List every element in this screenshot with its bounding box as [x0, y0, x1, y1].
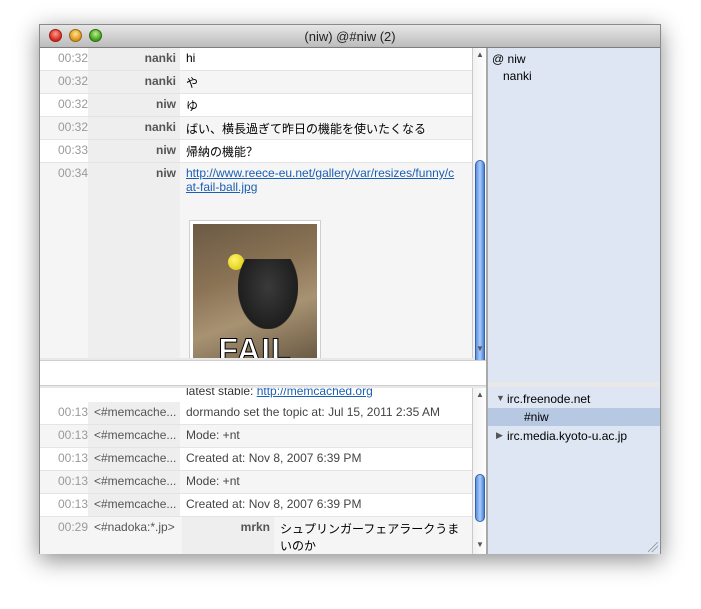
- log-message: ばい、横長過ぎて昨日の機能を使いたくなる: [186, 122, 427, 136]
- server-item-kyoto[interactable]: ▶ irc.media.kyoto-u.ac.jp: [488, 427, 660, 445]
- log-row: 00:29 <#nadoka:*.jp> mrkn シュプリンガーフェアラークう…: [40, 517, 472, 554]
- link-line-2: at-fail-ball.jpg: [186, 180, 258, 194]
- log-message: Created at: Nov 8, 2007 6:39 PM: [186, 451, 362, 465]
- log-time: 00:32: [57, 97, 88, 111]
- log-nick[interactable]: niw: [88, 163, 180, 358]
- message-input[interactable]: [40, 360, 487, 386]
- log-message: ゆ: [186, 99, 199, 113]
- log-message: dormando set the topic at: Jul 15, 2011 …: [186, 405, 440, 419]
- log-message: や: [186, 76, 199, 90]
- server-name: irc.media.kyoto-u.ac.jp: [507, 429, 628, 443]
- log-row: 00:32 nanki hi: [40, 48, 472, 71]
- log-nick: <#memcache...: [88, 494, 180, 516]
- server-name: irc.freenode.net: [507, 392, 591, 406]
- link-line-1: http://www.reece-eu.net/gallery/var/resi…: [186, 166, 455, 180]
- log-nick[interactable]: niw: [88, 94, 180, 116]
- scroll-up-icon[interactable]: ▲: [475, 50, 485, 59]
- log-nick[interactable]: nanki: [88, 117, 180, 139]
- channel-log[interactable]: 00:32 nanki hi 00:32 nanki や 00:32 niw ゆ…: [40, 48, 472, 358]
- message-line-1: シュプリンガーフェアラークうま: [280, 522, 460, 536]
- log-nick[interactable]: mrkn: [182, 517, 274, 554]
- scroll-thumb[interactable]: [475, 474, 485, 522]
- log-time: 00:13: [57, 474, 88, 488]
- topic-link[interactable]: http://memcached.org: [257, 388, 373, 398]
- log-nick[interactable]: niw: [88, 140, 180, 162]
- log-message: http://www.reece-eu.net/gallery/var/resi…: [186, 163, 466, 194]
- server-item-freenode[interactable]: ▼ irc.freenode.net: [488, 390, 660, 408]
- channel-name: #niw: [524, 410, 549, 424]
- console-log[interactable]: latest stable: http://memcached.org 00:1…: [40, 388, 472, 554]
- disclosure-triangle-icon[interactable]: ▼: [496, 393, 505, 403]
- disclosure-triangle-icon[interactable]: ▶: [496, 430, 503, 441]
- scroll-down-icon[interactable]: ▼: [475, 344, 485, 353]
- log-row: 00:33 niw 帰納の機能？: [40, 140, 472, 163]
- log-time: 00:13: [57, 405, 88, 419]
- server-tree[interactable]: ▼ irc.freenode.net #niw ▶ irc.media.kyot…: [488, 387, 660, 554]
- log-nick: <#memcache...: [88, 471, 180, 493]
- log-time: 00:32: [57, 51, 88, 65]
- log-row: 00:32 nanki や: [40, 71, 472, 94]
- scroll-thumb[interactable]: [475, 160, 485, 364]
- log-message: Mode: +nt: [186, 428, 240, 442]
- log-row: 00:13 <#memcache... Created at: Nov 8, 2…: [40, 448, 472, 471]
- log-time: 00:13: [57, 451, 88, 465]
- channel-item-niw[interactable]: #niw: [488, 408, 660, 426]
- member-list[interactable]: @ niw nanki: [488, 48, 660, 382]
- member-item[interactable]: @ niw: [492, 52, 526, 66]
- inline-image-preview[interactable]: FAIL: [189, 220, 321, 358]
- log-time: 00:32: [57, 74, 88, 88]
- log-time: 00:33: [57, 143, 88, 157]
- cat-shape: [238, 259, 298, 329]
- log-row: 00:32 niw ゆ: [40, 94, 472, 117]
- log-message: シュプリンガーフェアラークうま いのか: [280, 517, 470, 554]
- partial-topic: latest stable: http://memcached.org: [186, 388, 373, 398]
- log-row: 00:13 <#memcache... Mode: +nt: [40, 425, 472, 448]
- member-name: nanki: [503, 69, 532, 83]
- irc-window: (niw) @#niw (2) 00:32 nanki hi 00:32 nan…: [39, 24, 661, 554]
- image-link[interactable]: http://www.reece-eu.net/gallery/var/resi…: [186, 166, 454, 194]
- window-title: (niw) @#niw (2): [304, 29, 396, 44]
- member-prefix: @: [492, 52, 505, 66]
- title-bar[interactable]: (niw) @#niw (2): [40, 25, 660, 48]
- log-time: 00:34: [57, 166, 88, 180]
- log-nick: <#memcache...: [88, 402, 180, 424]
- log-row: 00:13 <#memcache... dormando set the top…: [40, 402, 472, 425]
- image-caption: FAIL: [218, 332, 292, 359]
- log-row: 00:32 nanki ばい、横長過ぎて昨日の機能を使いたくなる: [40, 117, 472, 140]
- cat-photo: FAIL: [193, 224, 317, 358]
- log-row: 00:13 <#memcache... Created at: Nov 8, 2…: [40, 494, 472, 517]
- log-message: hi: [186, 51, 196, 65]
- partial-topic-text: latest stable:: [186, 388, 257, 398]
- log-message: Created at: Nov 8, 2007 6:39 PM: [186, 497, 362, 511]
- log-nick: <#memcache...: [88, 448, 180, 470]
- log-time: 00:29: [57, 520, 88, 534]
- message-line-2: いのか: [280, 539, 317, 553]
- log-channel: <#nadoka:*.jp>: [94, 520, 175, 534]
- log-time: 00:13: [57, 497, 88, 511]
- log-nick: <#memcache...: [88, 425, 180, 447]
- scroll-down-icon[interactable]: ▼: [475, 540, 485, 549]
- member-name: niw: [507, 52, 526, 66]
- scroll-up-icon[interactable]: ▲: [475, 390, 485, 399]
- log-time: 00:13: [57, 428, 88, 442]
- log-message: 帰納の機能？: [186, 145, 259, 159]
- member-item[interactable]: nanki: [503, 69, 532, 83]
- log-nick[interactable]: nanki: [88, 71, 180, 93]
- log-row: 00:13 <#memcache... Mode: +nt: [40, 471, 472, 494]
- resize-grip-icon[interactable]: [648, 542, 658, 552]
- log-nick[interactable]: nanki: [88, 48, 180, 70]
- log-time: 00:32: [57, 120, 88, 134]
- log-message: Mode: +nt: [186, 474, 240, 488]
